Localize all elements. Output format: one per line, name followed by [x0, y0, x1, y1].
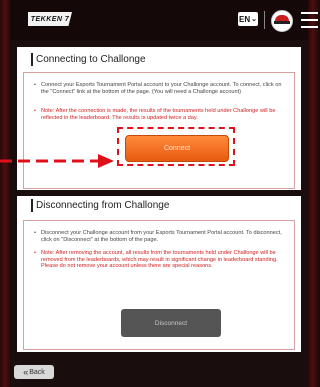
- connect-section-title: Connecting to Challonge: [31, 53, 146, 66]
- site-header: TEKKEN 7 EN ⌄: [10, 0, 318, 40]
- disconnect-note: • Note: After removing the account, all r…: [34, 250, 288, 270]
- avatar-band-shape: [274, 21, 290, 24]
- highlight-dashed-box: [117, 127, 235, 166]
- hamburger-menu-icon[interactable]: [301, 11, 318, 29]
- language-selector[interactable]: EN ⌄: [238, 12, 258, 26]
- back-label: Back: [29, 368, 45, 376]
- pointer-arrow-icon: [0, 154, 114, 168]
- disconnect-bullet: • Disconnect your Challonge account from …: [34, 230, 288, 243]
- chevron-down-icon: ⌄: [251, 16, 257, 23]
- right-border-decoration: [308, 0, 318, 387]
- disconnect-note-text: Note: After removing the account, all re…: [41, 250, 278, 270]
- connect-bullet: • Connect your Esports Tournament Portal …: [34, 82, 288, 95]
- disconnect-bullet-text: Disconnect your Challonge account from y…: [41, 230, 282, 243]
- double-chevron-left-icon: «: [23, 367, 29, 377]
- connect-note-text: Note: After the connection is made, the …: [41, 108, 276, 121]
- header-divider: [264, 11, 265, 29]
- tekken-logo[interactable]: TEKKEN 7: [28, 12, 72, 26]
- disconnect-section-title: Disconnecting from Challonge: [31, 199, 169, 212]
- connect-bullet-text: Connect your Esports Tournament Portal a…: [41, 82, 282, 95]
- back-button[interactable]: «Back: [14, 365, 54, 379]
- language-label: EN: [239, 14, 251, 24]
- disconnect-panel: Disconnecting from Challonge • Disconnect…: [17, 196, 301, 352]
- left-border-decoration: [0, 0, 10, 387]
- connect-note: • Note: After the connection is made, the…: [34, 108, 288, 121]
- avatar[interactable]: [271, 10, 293, 32]
- disconnect-button[interactable]: Disconnect: [121, 309, 221, 337]
